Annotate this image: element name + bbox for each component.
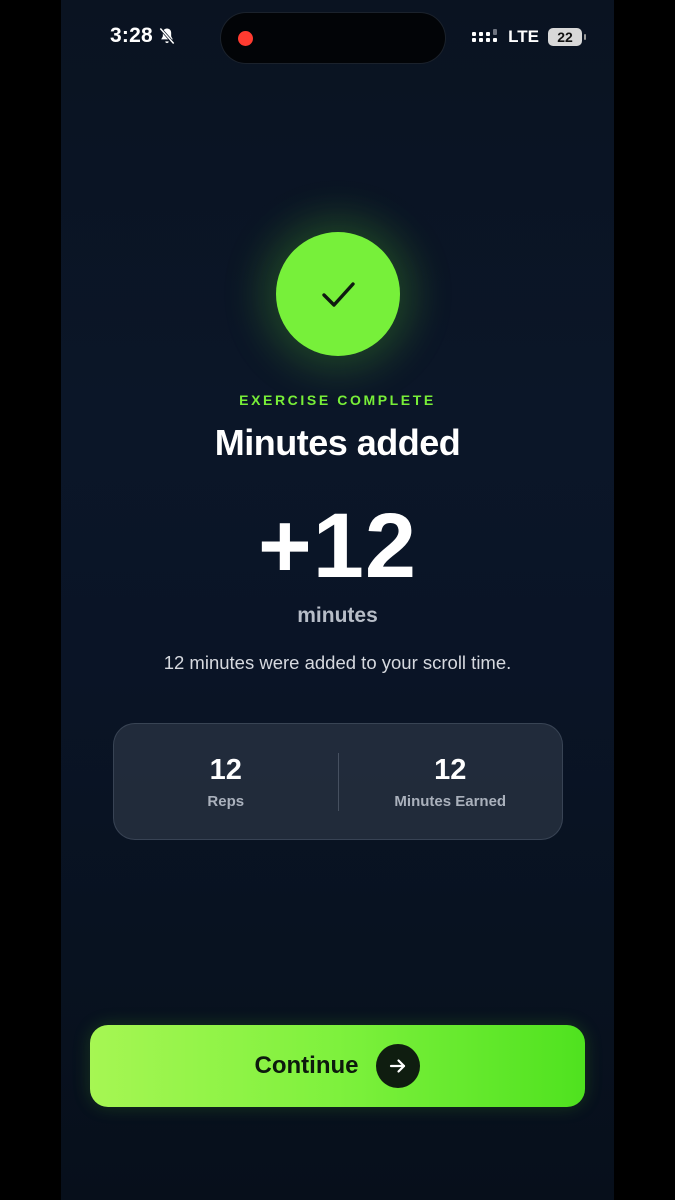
result-description: 12 minutes were added to your scroll tim… (163, 652, 512, 673)
exercise-complete-label: EXERCISE COMPLETE (239, 392, 436, 408)
minutes-unit-label: minutes (297, 604, 378, 627)
arrow-right-icon (390, 1059, 406, 1073)
status-time-text: 3:28 (110, 24, 153, 47)
stat-reps-value: 12 (209, 754, 242, 786)
continue-button[interactable]: Continue (90, 1025, 585, 1107)
status-time: 3:28 (110, 24, 177, 48)
checkmark-icon (322, 282, 355, 307)
stats-card: 12 Reps 12 Minutes Earned (113, 723, 563, 840)
success-badge (276, 232, 400, 356)
bell-slash-icon (159, 27, 175, 45)
stat-reps-label: Reps (207, 793, 245, 810)
exercise-complete-screen: 3:28 LTE 22 EXERCISE COMPLETE Minutes ad… (61, 0, 614, 1200)
stat-reps: 12 Reps (114, 753, 338, 810)
status-indicators: LTE 22 (471, 27, 586, 47)
dynamic-island (221, 13, 445, 63)
recording-dot (238, 31, 253, 46)
battery-level: 22 (557, 29, 573, 45)
stat-minutes-earned-value: 12 (434, 754, 467, 786)
page-title: Minutes added (214, 422, 461, 463)
stat-minutes-earned-label: Minutes Earned (394, 793, 507, 810)
stat-minutes-earned: 12 Minutes Earned (339, 753, 563, 810)
arrow-badge (376, 1044, 421, 1088)
minutes-added-amount: +12 (257, 495, 418, 597)
network-type: LTE (508, 27, 539, 46)
battery-indicator: 22 (548, 28, 586, 46)
signal-bars-icon (472, 29, 498, 42)
continue-button-label: Continue (254, 1052, 359, 1079)
